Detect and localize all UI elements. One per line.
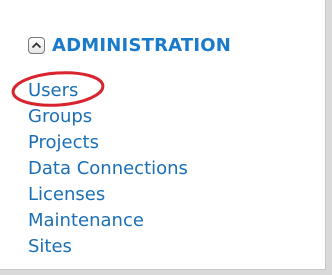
data-connections-link[interactable]: Data Connections [28, 158, 188, 179]
list-item: Users [28, 78, 188, 104]
sites-link[interactable]: Sites [28, 236, 72, 257]
section-title: ADMINISTRATION [52, 34, 232, 56]
list-item: Groups [28, 104, 188, 130]
users-link[interactable]: Users [28, 80, 78, 101]
collapse-section-button[interactable] [28, 36, 45, 54]
section-header: ADMINISTRATION [28, 33, 231, 57]
admin-link-list: Users Groups Projects Data Connections L… [28, 78, 188, 260]
list-item: Licenses [28, 182, 188, 208]
maintenance-link[interactable]: Maintenance [28, 210, 144, 231]
list-item: Maintenance [28, 208, 188, 234]
list-item: Sites [28, 234, 188, 260]
groups-link[interactable]: Groups [28, 106, 92, 127]
list-item: Projects [28, 130, 188, 156]
licenses-link[interactable]: Licenses [28, 184, 105, 205]
admin-panel: ADMINISTRATION Users Groups Projects Dat… [0, 0, 326, 270]
projects-link[interactable]: Projects [28, 132, 99, 153]
list-item: Data Connections [28, 156, 188, 182]
chevron-up-icon [31, 42, 42, 49]
